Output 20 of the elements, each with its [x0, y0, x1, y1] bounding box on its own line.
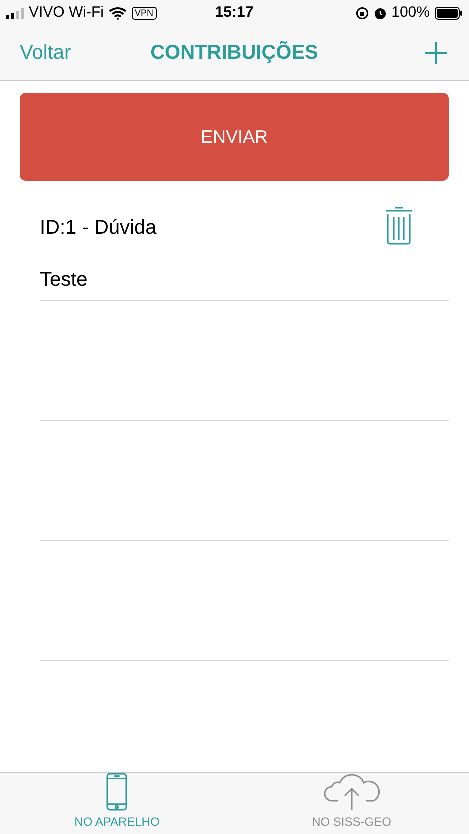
- item-description: Teste: [40, 268, 89, 293]
- phone-icon: [106, 773, 128, 811]
- carrier-label: VIVO Wi-Fi: [29, 2, 104, 23]
- back-button[interactable]: Voltar: [20, 38, 100, 68]
- send-button[interactable]: ENVIAR: [20, 93, 449, 181]
- cloud-upload-icon: [324, 773, 380, 811]
- tab-bar-item[interactable]: NO SISS-GEO: [234, 773, 469, 834]
- battery-icon: [434, 6, 463, 20]
- battery-percent: 100%: [392, 2, 430, 23]
- add-button[interactable]: [422, 40, 449, 66]
- item-title: ID:1 - Dúvida: [40, 216, 158, 241]
- tab-bar-item[interactable]: NO APARELHO: [0, 773, 234, 834]
- vpn-badge: VPN: [132, 6, 157, 20]
- wifi-icon: [109, 6, 127, 20]
- clock-time: 15:17: [214, 2, 255, 23]
- alarm-icon: [374, 6, 387, 20]
- delete-button[interactable]: [385, 205, 413, 245]
- signal-icon: [6, 8, 24, 18]
- rotation-lock-icon: [356, 6, 369, 20]
- screen-title: CONTRIBUIÇÕES: [150, 40, 318, 66]
